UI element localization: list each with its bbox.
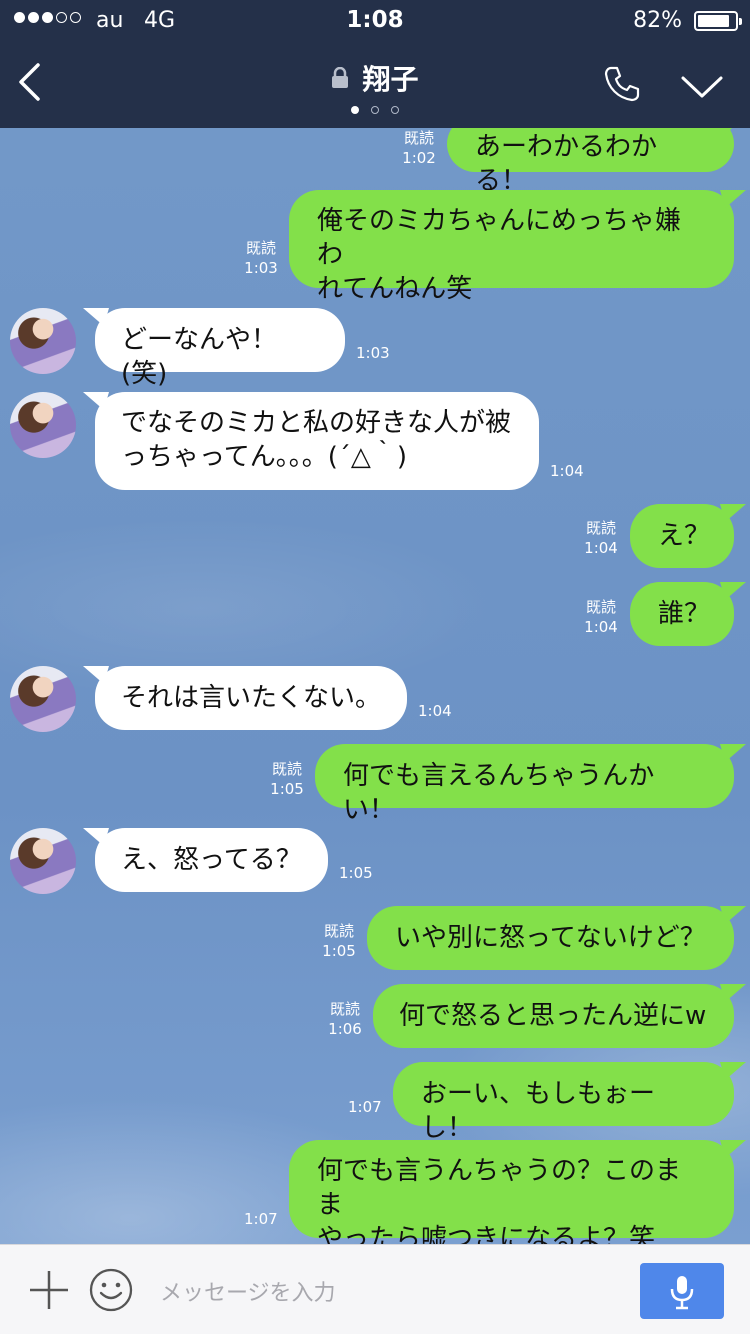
contact-avatar[interactable] bbox=[10, 828, 76, 894]
message-text: 誰？ bbox=[658, 599, 711, 629]
message-bubble-outgoing[interactable]: あーわかるわかる！ bbox=[447, 128, 734, 196]
message-text: 何でも言うんちゃうの？このまま bbox=[317, 1156, 682, 1220]
message-text: 何で怒ると思ったん逆にw bbox=[399, 1001, 707, 1031]
message-bubble-outgoing[interactable]: 何でも言うんちゃうの？このまま やったら嘘つきになるよ？笑 bbox=[289, 1140, 734, 1244]
message-meta: 既読 1:02 bbox=[396, 128, 442, 168]
lock-icon bbox=[332, 67, 349, 88]
battery-nub bbox=[739, 18, 742, 25]
message-meta: 既読 1:03 bbox=[238, 238, 284, 278]
message-bubble-outgoing[interactable]: 何でも言えるんちゃうんかい！ bbox=[315, 744, 734, 825]
bubble-tail bbox=[83, 666, 105, 688]
bubble-tail bbox=[724, 984, 746, 1006]
bubble-tail bbox=[724, 582, 746, 604]
chat-area[interactable]: 既読 1:02 あーわかるわかる！ 既読 1:03 俺そのミカちゃんにめっちゃ嫌… bbox=[0, 128, 750, 1244]
contact-avatar[interactable] bbox=[10, 666, 76, 732]
read-receipt: 既読 bbox=[245, 239, 276, 257]
message-text: どーなんや！(笑) bbox=[121, 325, 278, 389]
plus-icon[interactable] bbox=[28, 1269, 70, 1311]
message-text: それは言いたくない。 bbox=[121, 683, 382, 713]
read-receipt: 既読 bbox=[403, 129, 434, 147]
message-text: れてんねん笑 bbox=[317, 274, 473, 304]
read-receipt: 既読 bbox=[329, 1000, 360, 1018]
battery-icon bbox=[694, 11, 742, 31]
microphone-icon bbox=[670, 1276, 694, 1310]
message-text: あーわかるわかる！ bbox=[475, 132, 658, 196]
top-bar: au 4G 1:08 82% 翔子 bbox=[0, 0, 750, 128]
bubble-tail bbox=[83, 308, 105, 330]
bubble-tail bbox=[724, 906, 746, 928]
page-indicator bbox=[0, 106, 750, 114]
message-bubble-outgoing[interactable]: いや別に怒ってないけど？ bbox=[367, 906, 734, 970]
read-receipt: 既読 bbox=[271, 760, 302, 778]
status-bar: au 4G 1:08 82% bbox=[0, 0, 750, 42]
message-time: 1:02 bbox=[402, 149, 436, 167]
message-text: いや別に怒ってないけど？ bbox=[395, 923, 706, 953]
message-bubble-outgoing[interactable]: おーい、もしもぉーし！ bbox=[393, 1062, 734, 1143]
bubble-tail bbox=[724, 1140, 746, 1162]
message-bubble-incoming[interactable]: それは言いたくない。 bbox=[95, 666, 407, 730]
bubble-tail bbox=[724, 190, 746, 212]
message-input[interactable]: メッセージを入力 bbox=[160, 1275, 336, 1307]
message-time: 1:03 bbox=[244, 259, 278, 277]
message-text: え？ bbox=[658, 521, 711, 551]
read-receipt: 既読 bbox=[585, 519, 616, 537]
message-text: 俺そのミカちゃんにめっちゃ嫌わ bbox=[317, 206, 682, 270]
bubble-tail bbox=[724, 1062, 746, 1084]
message-input-bar: メッセージを入力 bbox=[0, 1244, 750, 1334]
message-text: でなそのミカと私の好きな人が被 bbox=[121, 408, 512, 438]
bubble-tail bbox=[724, 128, 746, 138]
message-text: 何でも言えるんちゃうんかい！ bbox=[343, 761, 655, 825]
read-receipt: 既読 bbox=[585, 598, 616, 616]
message-time: 1:07 bbox=[244, 1210, 278, 1228]
read-receipt: 既読 bbox=[323, 922, 354, 940]
message-time: 1:07 bbox=[348, 1098, 382, 1116]
message-time: 1:04 bbox=[584, 618, 618, 636]
message-bubble-outgoing[interactable]: 俺そのミカちゃんにめっちゃ嫌わ れてんねん笑 bbox=[289, 190, 734, 304]
page-dot bbox=[391, 106, 399, 114]
message-time: 1:04 bbox=[584, 539, 618, 557]
page-dot-active bbox=[351, 106, 359, 114]
battery-percent: 82% bbox=[633, 8, 682, 33]
chat-title: 翔子 bbox=[362, 63, 419, 96]
smiley-icon[interactable] bbox=[89, 1268, 133, 1312]
bubble-tail bbox=[724, 504, 746, 526]
message-text: やったら嘘つきになるよ？笑 bbox=[317, 1224, 656, 1244]
message-time: 1:04 bbox=[550, 462, 584, 480]
message-time: 1:05 bbox=[322, 942, 356, 960]
contact-avatar[interactable] bbox=[10, 392, 76, 458]
message-bubble-outgoing[interactable]: 何で怒ると思ったん逆にw bbox=[373, 984, 734, 1048]
bubble-tail bbox=[724, 744, 746, 766]
message-text: え、怒ってる？ bbox=[121, 845, 302, 875]
message-meta: 既読 1:05 bbox=[264, 759, 310, 799]
message-text: っちゃってん。。。(´△｀) bbox=[121, 442, 407, 472]
bubble-tail bbox=[83, 392, 105, 414]
message-time: 1:05 bbox=[270, 780, 304, 798]
message-meta: 既読 1:04 bbox=[578, 597, 624, 637]
contact-avatar[interactable] bbox=[10, 308, 76, 374]
message-bubble-incoming[interactable]: え、怒ってる？ bbox=[95, 828, 328, 892]
message-time: 1:03 bbox=[356, 344, 390, 362]
message-bubble-incoming[interactable]: でなそのミカと私の好きな人が被 っちゃってん。。。(´△｀) bbox=[95, 392, 539, 490]
message-bubble-outgoing[interactable]: 誰？ bbox=[630, 582, 734, 646]
message-time: 1:06 bbox=[328, 1020, 362, 1038]
battery-fill bbox=[698, 15, 730, 27]
message-meta: 既読 1:05 bbox=[316, 921, 362, 961]
bubble-tail bbox=[83, 828, 105, 850]
message-time: 1:04 bbox=[418, 702, 452, 720]
message-text: おーい、もしもぉーし！ bbox=[421, 1079, 656, 1143]
message-time: 1:05 bbox=[339, 864, 373, 882]
message-meta: 既読 1:06 bbox=[322, 999, 368, 1039]
message-bubble-incoming[interactable]: どーなんや！(笑) bbox=[95, 308, 345, 389]
chevron-down-icon[interactable] bbox=[680, 74, 724, 100]
page-dot bbox=[371, 106, 379, 114]
phone-icon[interactable] bbox=[602, 64, 642, 104]
message-bubble-outgoing[interactable]: え？ bbox=[630, 504, 734, 568]
message-meta: 既読 1:04 bbox=[578, 518, 624, 558]
microphone-button[interactable] bbox=[640, 1263, 724, 1319]
